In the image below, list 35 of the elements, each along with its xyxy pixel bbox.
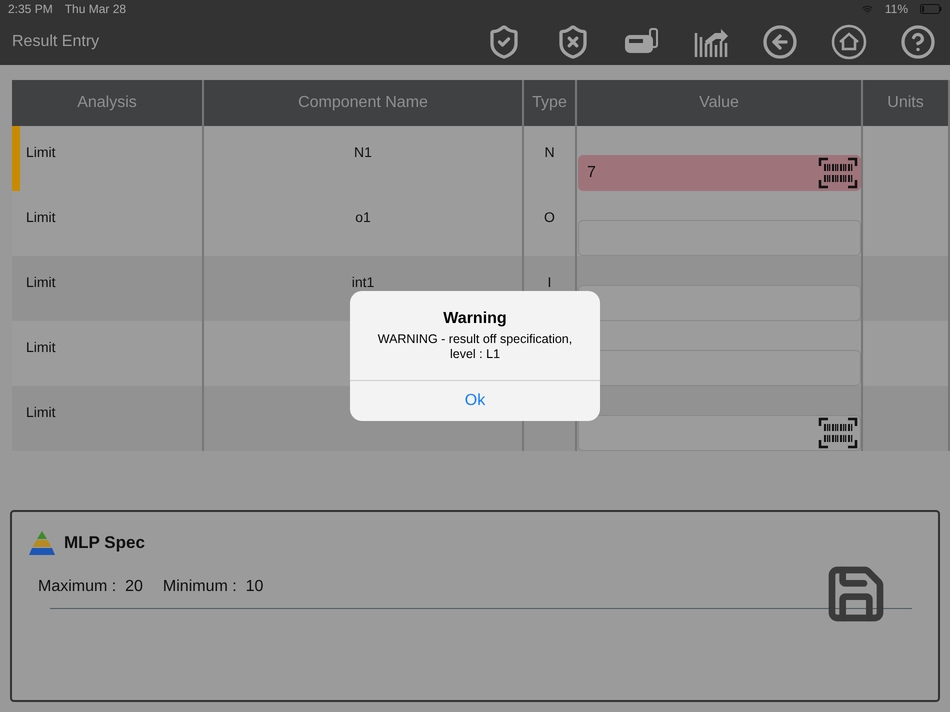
battery-icon <box>920 4 942 14</box>
wifi-icon <box>862 4 873 14</box>
column-header: Units <box>863 80 950 126</box>
column-header: Type <box>524 80 577 126</box>
value-field[interactable]: 7 <box>578 155 861 191</box>
column-header: Value <box>577 80 863 126</box>
battery-level: 11% <box>884 2 908 16</box>
table-cell: O <box>544 209 555 225</box>
table-cell-text: Limit <box>25 274 56 290</box>
value-field[interactable] <box>578 285 861 321</box>
table-cell: o1 <box>355 209 371 225</box>
barcode-scanner-icon[interactable] <box>818 417 858 449</box>
status-date: Thu Mar 28 <box>64 2 126 16</box>
spec-value: Minimum : 10 <box>162 578 264 596</box>
table-cell: I <box>548 274 552 290</box>
spec-value: Maximum : 20 <box>38 578 143 596</box>
ok-button[interactable]: Ok <box>350 380 600 421</box>
value-field[interactable] <box>578 220 861 256</box>
value-field[interactable] <box>578 415 861 451</box>
table-cell: N1 <box>354 144 372 160</box>
pyramid-icon <box>28 530 56 556</box>
table-cell-text: Limit <box>25 404 56 420</box>
table-cell-text: Limit <box>25 144 56 160</box>
table-cell-text: Limit <box>25 339 56 355</box>
status-time: 2:35 PM <box>8 2 53 16</box>
table-cell: N <box>544 144 555 160</box>
barcode-scanner-icon[interactable] <box>818 157 858 189</box>
panel-title: MLP Spec <box>64 533 145 553</box>
table-cell-text: Limit <box>25 209 56 225</box>
column-header: Component Name <box>204 80 524 126</box>
column-header: Analysis <box>12 80 204 126</box>
screen-title: Result Entry <box>12 32 100 50</box>
dialog-message: WARNING - result off specification, level : L1 <box>376 332 574 362</box>
table-cell: int1 <box>352 274 374 290</box>
dialog-title: Warning <box>443 310 507 328</box>
